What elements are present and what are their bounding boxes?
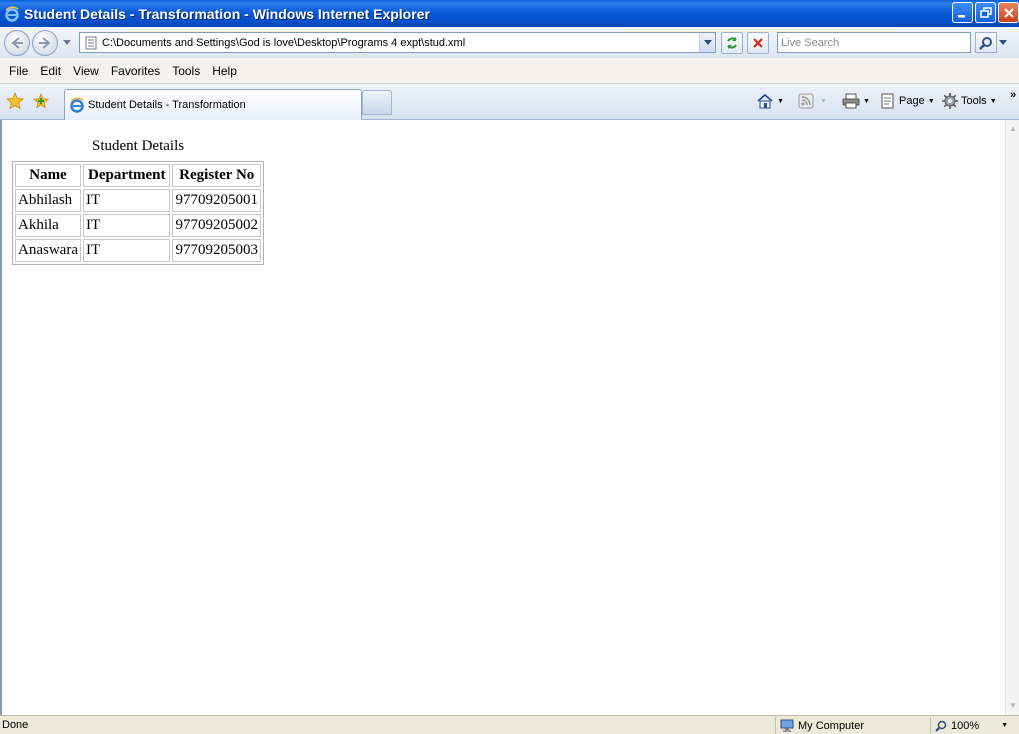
cell-name: Abhilash [15, 189, 81, 212]
tab-bar: Student Details - Transformation ▼ ▼ ▼ P… [0, 84, 1019, 120]
vertical-scrollbar[interactable]: ▲ ▼ [1005, 120, 1019, 715]
back-button[interactable] [4, 29, 30, 56]
ie-logo-icon [5, 6, 19, 22]
gear-icon [942, 93, 958, 109]
home-icon [757, 93, 773, 109]
search-button[interactable] [975, 32, 997, 53]
ie-logo-icon [70, 97, 84, 113]
minimize-icon [958, 15, 965, 18]
magnifier-icon [979, 36, 992, 50]
table-row: Abhilash IT 97709205001 [15, 189, 261, 212]
cell-department: IT [82, 239, 171, 262]
search-input[interactable]: Live Search [777, 32, 971, 53]
tab-label: Student Details - Transformation [88, 99, 246, 111]
page-menu-button[interactable]: Page ▼ [880, 92, 935, 110]
cell-department: IT [82, 189, 171, 212]
chevron-down-icon: ▼ [1001, 722, 1009, 729]
security-zone[interactable]: My Computer [775, 717, 864, 734]
window-controls [952, 2, 1019, 23]
window-titlebar[interactable]: Student Details - Transformation - Windo… [0, 0, 1019, 27]
menu-file[interactable]: File [4, 64, 33, 78]
home-button[interactable]: ▼ [756, 92, 784, 110]
column-header-department: Department [82, 164, 171, 187]
chevron-down-icon [999, 40, 1007, 45]
search-options-dropdown[interactable] [997, 32, 1009, 53]
refresh-button[interactable] [721, 31, 743, 54]
feeds-button[interactable]: ▼ [798, 92, 827, 110]
star-icon [6, 92, 24, 110]
restore-button[interactable] [975, 2, 996, 23]
menu-tools[interactable]: Tools [167, 64, 205, 78]
page-icon [881, 93, 894, 109]
stop-icon [753, 37, 763, 48]
rss-feed-icon [798, 93, 814, 109]
address-dropdown[interactable] [699, 33, 715, 52]
cell-name: Akhila [15, 214, 81, 237]
chevron-down-icon: ▼ [989, 97, 997, 105]
menu-bar: File Edit View Favorites Tools Help [0, 58, 1019, 84]
back-arrow-icon [11, 36, 23, 49]
favorites-center-button[interactable] [6, 92, 24, 110]
add-favorite-icon [32, 92, 50, 109]
menu-edit[interactable]: Edit [35, 64, 66, 78]
page-menu-label: Page [899, 95, 925, 107]
tools-menu-label: Tools [961, 95, 987, 107]
cell-department: IT [82, 214, 171, 237]
print-button[interactable]: ▼ [842, 92, 870, 110]
restore-icon [979, 6, 992, 18]
forward-arrow-icon [39, 36, 51, 49]
table-header-row: Name Department Register No [15, 164, 261, 187]
search-placeholder: Live Search [781, 36, 840, 49]
address-url[interactable]: C:\Documents and Settings\God is love\De… [102, 37, 699, 49]
close-icon [1003, 7, 1014, 18]
menu-help[interactable]: Help [207, 64, 242, 78]
student-table: Name Department Register No Abhilash IT … [12, 161, 264, 265]
close-window-button[interactable] [998, 2, 1019, 23]
chevron-down-icon: ▼ [927, 97, 935, 105]
status-text: Done [2, 719, 29, 731]
stop-button[interactable] [747, 31, 769, 54]
document-title: Student Details [92, 138, 185, 154]
table-row: Akhila IT 97709205002 [15, 214, 261, 237]
navigation-bar: C:\Documents and Settings\God is love\De… [0, 27, 1019, 58]
computer-icon [780, 719, 794, 732]
tab-student-details[interactable]: Student Details - Transformation [64, 89, 362, 120]
window-title: Student Details - Transformation - Windo… [24, 5, 430, 22]
cell-register-no: 97709205002 [172, 214, 261, 237]
page-content: Student Details Name Department Register… [0, 120, 1019, 715]
recent-pages-dropdown[interactable] [61, 33, 73, 53]
status-bar: Done My Computer 100% ▼ [0, 715, 1019, 734]
chevron-down-icon: ▼ [863, 97, 870, 105]
chevron-down-icon [703, 40, 712, 45]
page-icon [85, 36, 97, 49]
zoom-icon [935, 720, 947, 732]
chevron-down-icon: ▼ [820, 97, 827, 105]
tools-menu-button[interactable]: Tools ▼ [942, 92, 997, 110]
chevron-down-icon: ▼ [777, 97, 784, 105]
zoom-level: 100% [951, 719, 980, 732]
menu-view[interactable]: View [68, 64, 104, 78]
cell-register-no: 97709205003 [172, 239, 261, 262]
security-zone-label: My Computer [798, 719, 865, 732]
table-row: Anaswara IT 97709205003 [15, 239, 261, 262]
zoom-control[interactable]: 100% ▼ [930, 717, 1008, 734]
add-favorite-button[interactable] [32, 92, 50, 110]
menu-favorites[interactable]: Favorites [106, 64, 165, 78]
toolbar-overflow-chevron[interactable]: » [1010, 86, 1016, 104]
scroll-up-arrow-icon[interactable]: ▲ [1008, 124, 1018, 134]
scroll-down-arrow-icon[interactable]: ▼ [1008, 701, 1018, 711]
printer-icon [842, 93, 860, 109]
cell-name: Anaswara [15, 239, 81, 262]
column-header-name: Name [15, 164, 81, 187]
column-header-register-no: Register No [172, 164, 261, 187]
address-bar[interactable]: C:\Documents and Settings\God is love\De… [79, 32, 716, 53]
minimize-button[interactable] [952, 2, 973, 23]
cell-register-no: 97709205001 [172, 189, 261, 212]
forward-button[interactable] [32, 29, 58, 56]
refresh-icon [727, 36, 737, 49]
new-tab-button[interactable] [362, 90, 392, 115]
chevron-down-icon [63, 40, 71, 45]
